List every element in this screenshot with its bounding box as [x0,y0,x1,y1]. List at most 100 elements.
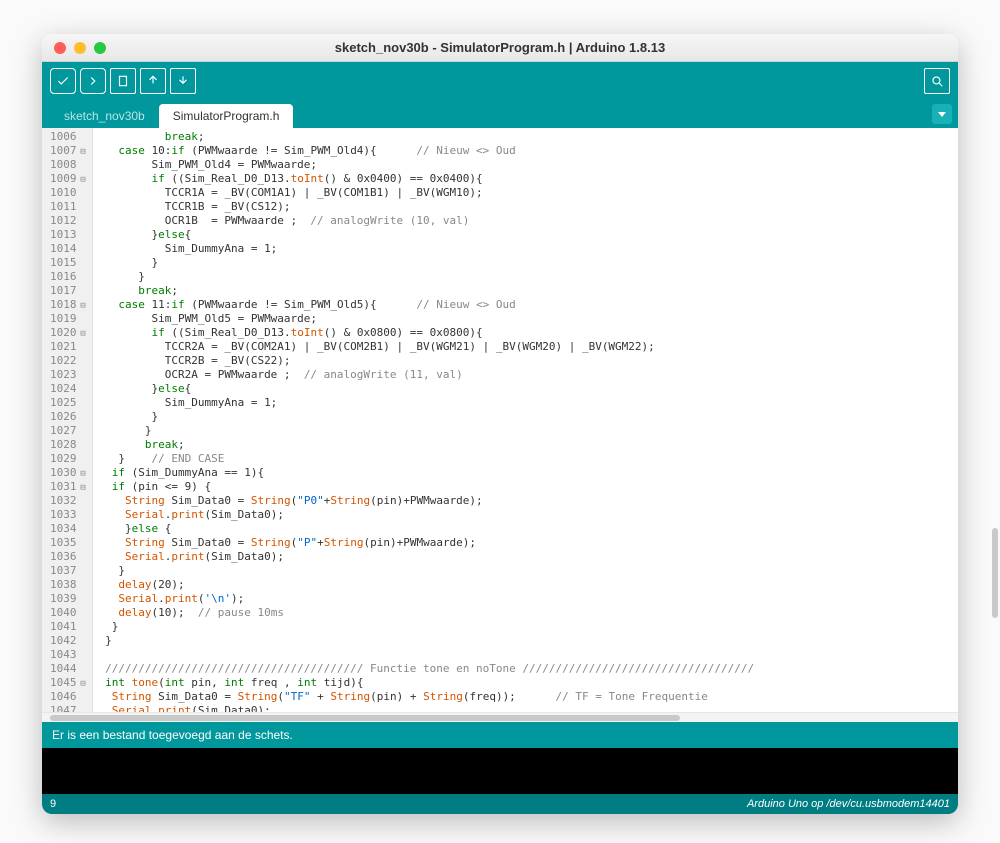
code-line[interactable]: }else{ [99,382,959,396]
code-line[interactable]: if ((Sim_Real_D0_D13.toInt() & 0x0400) =… [99,172,959,186]
code-line[interactable]: String Sim_Data0 = String("P"+String(pin… [99,536,959,550]
code-line[interactable]: case 11:if (PWMwaarde != Sim_PWM_Old5){ … [99,298,959,312]
code-line[interactable]: }else { [99,522,959,536]
code-line[interactable]: Sim_DummyAna = 1; [99,396,959,410]
code-line[interactable]: Sim_PWM_Old5 = PWMwaarde; [99,312,959,326]
line-number: 1013 [50,228,88,242]
line-number: 1043 [50,648,88,662]
horizontal-scrollbar[interactable] [42,712,958,722]
line-number: 1021 [50,340,88,354]
code-line[interactable]: int tone(int pin, int freq , int tijd){ [99,676,959,690]
line-number: 1045⊟ [50,676,88,690]
line-number: 1011 [50,200,88,214]
code-line[interactable]: Serial.print(Sim_Data0); [99,704,959,712]
code-line[interactable]: Serial.print(Sim_Data0); [99,508,959,522]
status-bar: 9 Arduino Uno op /dev/cu.usbmodem14401 [42,794,958,814]
message-text: Er is een bestand toegevoegd aan de sche… [52,728,293,742]
line-number: 1020⊟ [50,326,88,340]
code-line[interactable] [99,648,959,662]
horizontal-scroll-thumb[interactable] [50,715,680,721]
status-line-number: 9 [50,798,56,810]
line-number: 1036 [50,550,88,564]
line-number: 1031⊟ [50,480,88,494]
line-number: 1040 [50,606,88,620]
line-number: 1027 [50,424,88,438]
code-line[interactable]: String Sim_Data0 = String("TF" + String(… [99,690,959,704]
vertical-scroll-thumb[interactable] [992,528,998,618]
code-line[interactable]: } [99,256,959,270]
line-number: 1037 [50,564,88,578]
line-number: 1026 [50,410,88,424]
line-number: 1008 [50,158,88,172]
code-line[interactable]: OCR2A = PWMwaarde ; // analogWrite (11, … [99,368,959,382]
upload-button[interactable] [80,68,106,94]
code-line[interactable]: TCCR2B = _BV(CS22); [99,354,959,368]
code-line[interactable]: if ((Sim_Real_D0_D13.toInt() & 0x0800) =… [99,326,959,340]
code-line[interactable]: break; [99,130,959,144]
window-title: sketch_nov30b - SimulatorProgram.h | Ard… [42,40,958,55]
console-output[interactable] [42,748,958,794]
line-number: 1032 [50,494,88,508]
save-sketch-button[interactable] [170,68,196,94]
new-sketch-button[interactable] [110,68,136,94]
code-line[interactable]: break; [99,284,959,298]
open-sketch-button[interactable] [140,68,166,94]
code-line[interactable]: } [99,620,959,634]
code-editor[interactable]: 1006 1007⊟1008 1009⊟1010 1011 1012 1013 … [42,128,958,712]
code-line[interactable]: TCCR2A = _BV(COM2A1) | _BV(COM2B1) | _BV… [99,340,959,354]
line-number: 1035 [50,536,88,550]
line-number: 1007⊟ [50,144,88,158]
line-number: 1016 [50,270,88,284]
titlebar: sketch_nov30b - SimulatorProgram.h | Ard… [42,34,958,62]
verify-button[interactable] [50,68,76,94]
line-number: 1018⊟ [50,298,88,312]
line-number: 1024 [50,382,88,396]
serial-monitor-button[interactable] [924,68,950,94]
code-line[interactable]: TCCR1A = _BV(COM1A1) | _BV(COM1B1) | _BV… [99,186,959,200]
code-line[interactable]: String Sim_Data0 = String("P0"+String(pi… [99,494,959,508]
line-number: 1034 [50,522,88,536]
code-line[interactable]: break; [99,438,959,452]
code-area[interactable]: break; case 10:if (PWMwaarde != Sim_PWM_… [93,128,959,712]
line-number: 1014 [50,242,88,256]
tab-bar: sketch_nov30b SimulatorProgram.h [42,100,958,128]
line-number: 1022 [50,354,88,368]
code-line[interactable]: delay(10); // pause 10ms [99,606,959,620]
line-number: 1006 [50,130,88,144]
tab-menu-button[interactable] [932,104,952,124]
line-number: 1029 [50,452,88,466]
tab-sketch-nov30b[interactable]: sketch_nov30b [50,104,159,128]
code-line[interactable]: Sim_DummyAna = 1; [99,242,959,256]
code-line[interactable]: Serial.print(Sim_Data0); [99,550,959,564]
code-line[interactable]: } [99,424,959,438]
line-number: 1028 [50,438,88,452]
line-number: 1017 [50,284,88,298]
code-line[interactable]: OCR1B = PWMwaarde ; // analogWrite (10, … [99,214,959,228]
code-line[interactable]: }else{ [99,228,959,242]
line-number: 1042 [50,634,88,648]
code-line[interactable]: TCCR1B = _BV(CS12); [99,200,959,214]
line-number: 1041 [50,620,88,634]
code-line[interactable]: } [99,410,959,424]
line-number: 1009⊟ [50,172,88,186]
code-line[interactable]: } [99,564,959,578]
code-line[interactable]: Sim_PWM_Old4 = PWMwaarde; [99,158,959,172]
code-line[interactable]: case 10:if (PWMwaarde != Sim_PWM_Old4){ … [99,144,959,158]
code-line[interactable]: /////////////////////////////////////// … [99,662,959,676]
toolbar [42,62,958,100]
line-number: 1023 [50,368,88,382]
line-number: 1012 [50,214,88,228]
line-number: 1047 [50,704,88,712]
code-line[interactable]: delay(20); [99,578,959,592]
code-line[interactable]: Serial.print('\n'); [99,592,959,606]
code-line[interactable]: } // END CASE [99,452,959,466]
code-line[interactable]: if (Sim_DummyAna == 1){ [99,466,959,480]
tab-simulatorprogram-h[interactable]: SimulatorProgram.h [159,104,294,128]
code-line[interactable]: } [99,634,959,648]
code-line[interactable]: if (pin <= 9) { [99,480,959,494]
line-number: 1038 [50,578,88,592]
code-line[interactable]: } [99,270,959,284]
line-number: 1044 [50,662,88,676]
vertical-scrollbar[interactable] [992,108,998,668]
status-board-port: Arduino Uno op /dev/cu.usbmodem14401 [747,798,950,810]
